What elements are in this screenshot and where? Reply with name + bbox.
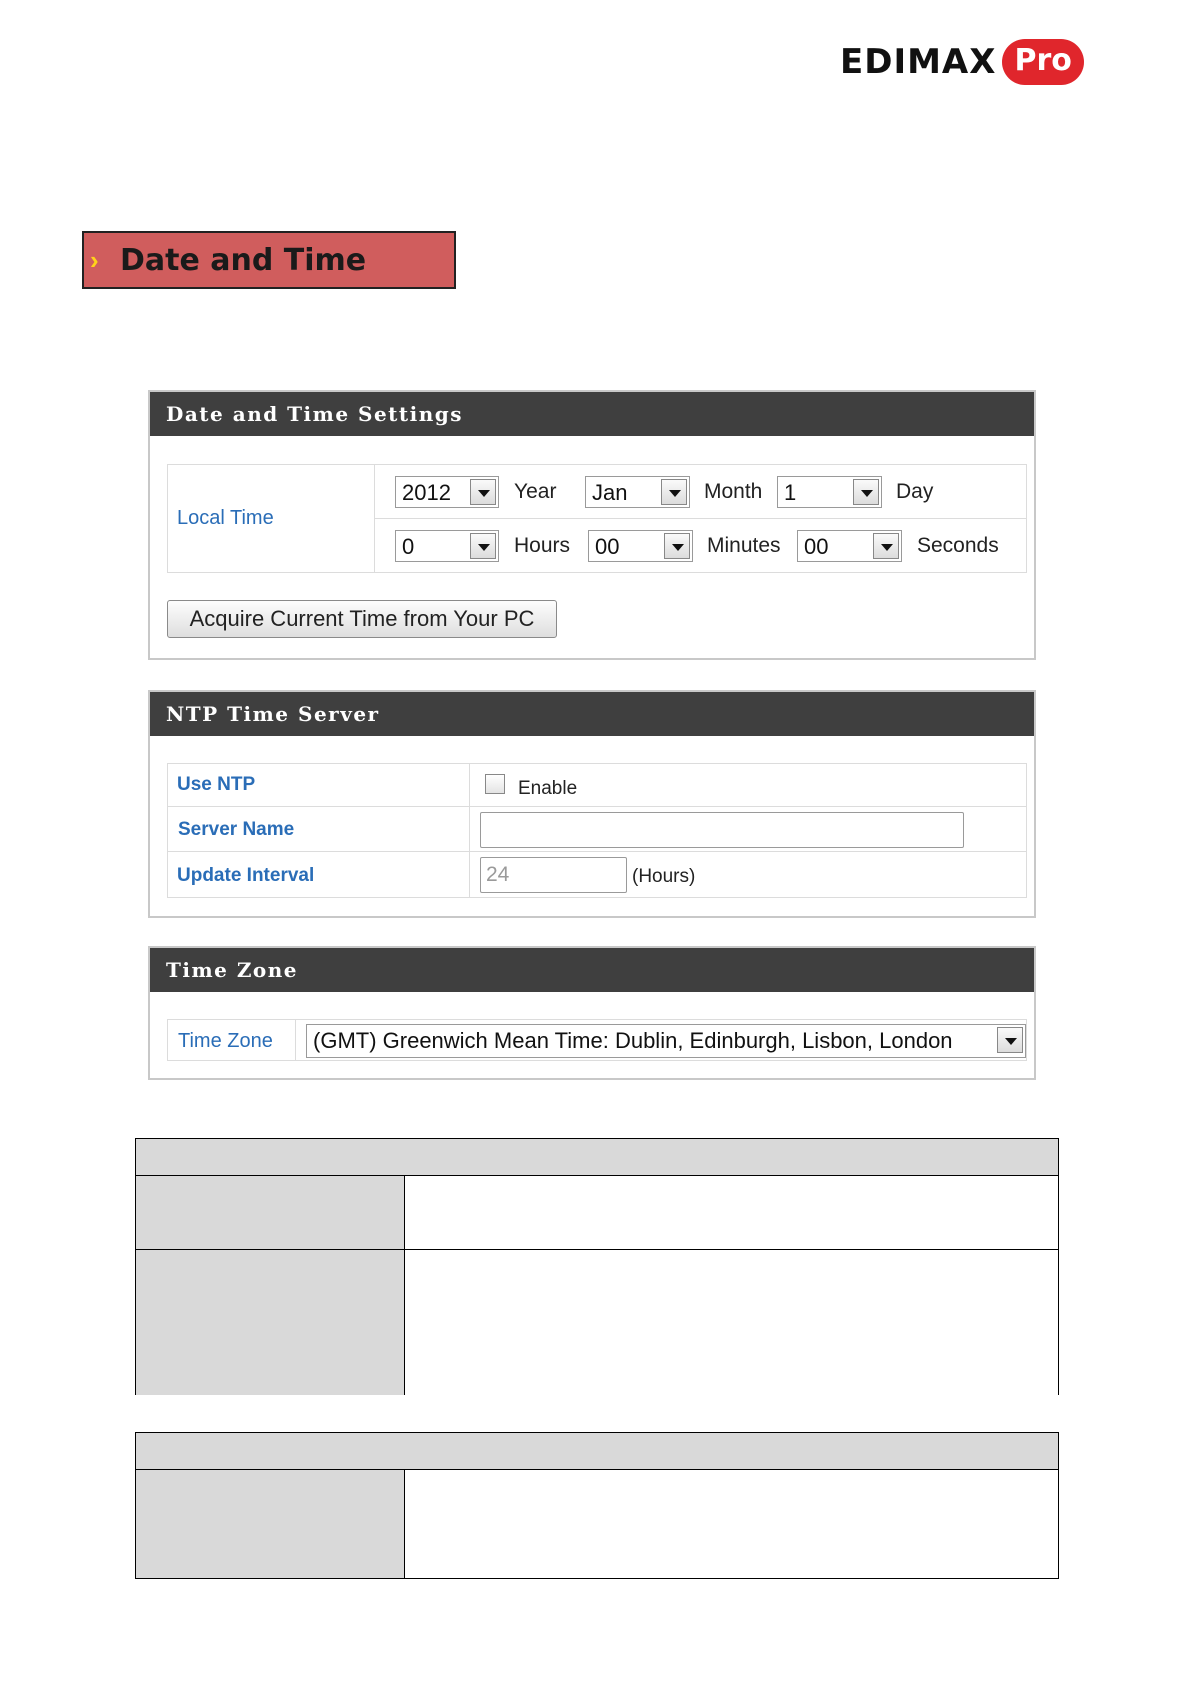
chevron-down-icon <box>470 533 496 559</box>
description-table-1 <box>135 1138 1059 1395</box>
update-interval-unit: (Hours) <box>632 866 696 887</box>
table-header-row <box>136 1433 1058 1470</box>
chevron-down-icon <box>661 479 687 505</box>
table-cell <box>136 1470 405 1578</box>
use-ntp-label: Use NTP <box>177 774 256 795</box>
year-select[interactable]: 2012 <box>395 476 499 508</box>
table-cell <box>405 1470 1058 1578</box>
logo-pro-badge: Pro <box>1002 39 1084 85</box>
enable-label: Enable <box>518 778 578 799</box>
seconds-unit-label: Seconds <box>917 534 999 557</box>
local-time-label: Local Time <box>177 507 274 529</box>
logo-wordmark: EDIMAX <box>840 42 997 82</box>
day-select[interactable]: 1 <box>777 476 882 508</box>
chevron-down-icon <box>853 479 879 505</box>
table-row <box>136 1250 1058 1395</box>
table-cell <box>136 1176 405 1249</box>
chevron-down-icon <box>873 533 899 559</box>
description-table-2 <box>135 1432 1059 1579</box>
server-name-input[interactable] <box>480 812 964 848</box>
year-unit-label: Year <box>514 480 557 503</box>
day-unit-label: Day <box>896 480 934 503</box>
section-heading: › Date and Time <box>82 231 456 289</box>
table-cell <box>405 1176 1058 1249</box>
month-select[interactable]: Jan <box>585 476 690 508</box>
chevron-right-icon: › <box>90 244 99 275</box>
update-interval-label: Update Interval <box>177 865 315 886</box>
minutes-unit-label: Minutes <box>707 534 781 557</box>
table-header-row <box>136 1139 1058 1176</box>
table-row <box>136 1176 1058 1250</box>
table-cell <box>136 1250 405 1395</box>
seconds-select[interactable]: 00 <box>797 530 902 562</box>
section-heading-text: Date and Time <box>120 242 367 278</box>
chevron-down-icon <box>664 533 690 559</box>
panel-header: Time Zone <box>150 948 1034 992</box>
month-unit-label: Month <box>704 480 763 503</box>
edimax-pro-logo: EDIMAX Pro <box>840 36 1084 88</box>
update-interval-input[interactable]: 24 <box>480 857 627 893</box>
ntp-enable-checkbox[interactable] <box>485 774 505 794</box>
chevron-down-icon <box>470 479 496 505</box>
minutes-select[interactable]: 00 <box>588 530 693 562</box>
chevron-down-icon <box>997 1027 1023 1053</box>
hours-select[interactable]: 0 <box>395 530 499 562</box>
time-zone-label: Time Zone <box>178 1030 273 1052</box>
panel-header: NTP Time Server <box>150 692 1034 736</box>
time-zone-select[interactable]: (GMT) Greenwich Mean Time: Dublin, Edinb… <box>306 1024 1026 1058</box>
table-row <box>136 1470 1058 1578</box>
panel-header: Date and Time Settings <box>150 392 1034 436</box>
table-cell <box>405 1250 1058 1395</box>
acquire-time-button[interactable]: Acquire Current Time from Your PC <box>167 600 557 638</box>
hours-unit-label: Hours <box>514 534 571 557</box>
server-name-label: Server Name <box>178 819 295 840</box>
